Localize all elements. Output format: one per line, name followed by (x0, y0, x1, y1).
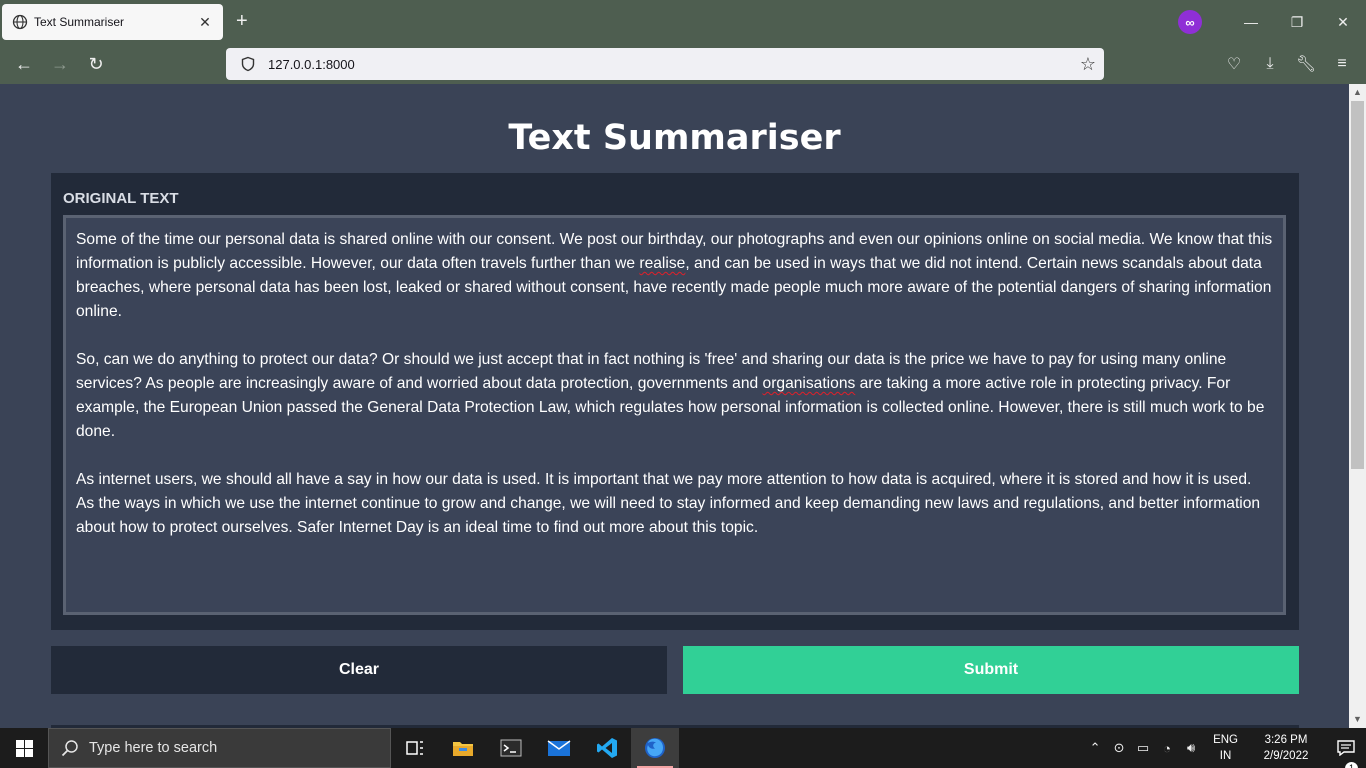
submit-button[interactable]: Submit (683, 646, 1299, 694)
url-text[interactable]: 127.0.0.1:8000 (268, 57, 1080, 72)
clock[interactable]: 3:26 PM 2/9/2022 (1256, 732, 1316, 764)
minimize-button[interactable]: — (1228, 14, 1274, 30)
page-title: Text Summariser (508, 118, 841, 158)
clear-button[interactable]: Clear (51, 646, 667, 694)
windows-logo-icon (15, 739, 33, 757)
scroll-thumb[interactable] (1351, 101, 1364, 469)
restore-button[interactable]: ❐ (1274, 14, 1320, 31)
notifications-button[interactable]: 1 (1326, 740, 1366, 768)
page-scrollbar[interactable]: ▲ ▼ (1349, 84, 1366, 728)
forward-icon[interactable]: → (42, 54, 78, 75)
text-paragraph: As internet users, we should all have a … (76, 471, 1261, 536)
taskbar-search[interactable]: Type here to search (48, 728, 391, 768)
original-text-card: ORIGINAL TEXT Some of the time our perso… (51, 173, 1299, 630)
system-tray: ⌃ ⊙ ▭ ◔ 🔊︎ ENG IN 3:26 PM 2/9/2022 1 (1083, 728, 1366, 768)
private-browsing-icon: ∞ (1178, 10, 1202, 34)
reload-icon[interactable]: ↻ (78, 54, 114, 75)
taskbar: Type here to search ⌃ ⊙ ▭ ◔ 🔊︎ ENG IN 3:… (0, 728, 1366, 768)
network-adapter-icon[interactable]: ⊙ (1107, 740, 1131, 756)
chevron-up-icon[interactable]: ⌃ (1083, 740, 1107, 756)
new-tab-button[interactable]: + (236, 11, 248, 31)
page-content: Text Summariser ORIGINAL TEXT Some of th… (0, 84, 1349, 731)
browser-tab[interactable]: Text Summariser ✕ (2, 4, 223, 40)
misspelled-word: realise (639, 255, 686, 272)
wrench-icon[interactable]: 🔧︎ (1288, 54, 1324, 74)
text-paragraph: So, can we do anything to protect our da… (76, 351, 1265, 440)
original-text-label: ORIGINAL TEXT (63, 190, 179, 207)
search-placeholder: Type here to search (89, 740, 218, 756)
tab-title: Text Summariser (34, 15, 125, 29)
pocket-icon[interactable]: ♡ (1216, 54, 1252, 74)
shield-icon[interactable] (240, 56, 256, 72)
address-bar[interactable]: 127.0.0.1:8000 ☆ (226, 48, 1104, 148)
menu-icon[interactable]: ≡ (1324, 55, 1360, 73)
download-icon[interactable]: ⤓ (1252, 55, 1288, 73)
firefox-icon[interactable] (631, 728, 679, 768)
terminal-icon[interactable] (487, 728, 535, 768)
notification-icon (1337, 740, 1355, 756)
close-window-button[interactable]: ✕ (1320, 14, 1366, 31)
wifi-icon[interactable]: ◔ (1155, 741, 1179, 756)
globe-icon (12, 14, 28, 30)
file-explorer-icon[interactable] (439, 728, 487, 768)
battery-icon[interactable]: ▭ (1131, 740, 1155, 756)
misspelled-word: organisations (762, 375, 856, 392)
start-button[interactable] (0, 728, 48, 768)
browser-nav-bar: ← → ↻ 127.0.0.1:8000 ☆ ♡ ⤓ 🔧︎ ≡ (0, 44, 1366, 148)
search-icon (61, 740, 78, 757)
notification-badge: 1 (1345, 762, 1358, 768)
back-icon[interactable]: ← (6, 54, 42, 75)
text-paragraph: Some of the time our personal data is sh… (76, 231, 1273, 320)
mail-icon[interactable] (535, 728, 583, 768)
browser-tab-bar: Text Summariser ✕ + ∞ — ❐ ✕ (0, 0, 1366, 44)
vscode-icon[interactable] (583, 728, 631, 768)
input-language[interactable]: ENG IN (1213, 732, 1238, 764)
task-view-icon[interactable] (391, 728, 439, 768)
scroll-down-icon[interactable]: ▼ (1349, 711, 1366, 728)
original-text-input[interactable]: Some of the time our personal data is sh… (63, 215, 1286, 615)
volume-icon[interactable]: 🔊︎ (1179, 740, 1203, 756)
scroll-up-icon[interactable]: ▲ (1349, 84, 1366, 101)
star-icon[interactable]: ☆ (1080, 54, 1096, 75)
tab-close-icon[interactable]: ✕ (197, 14, 213, 31)
